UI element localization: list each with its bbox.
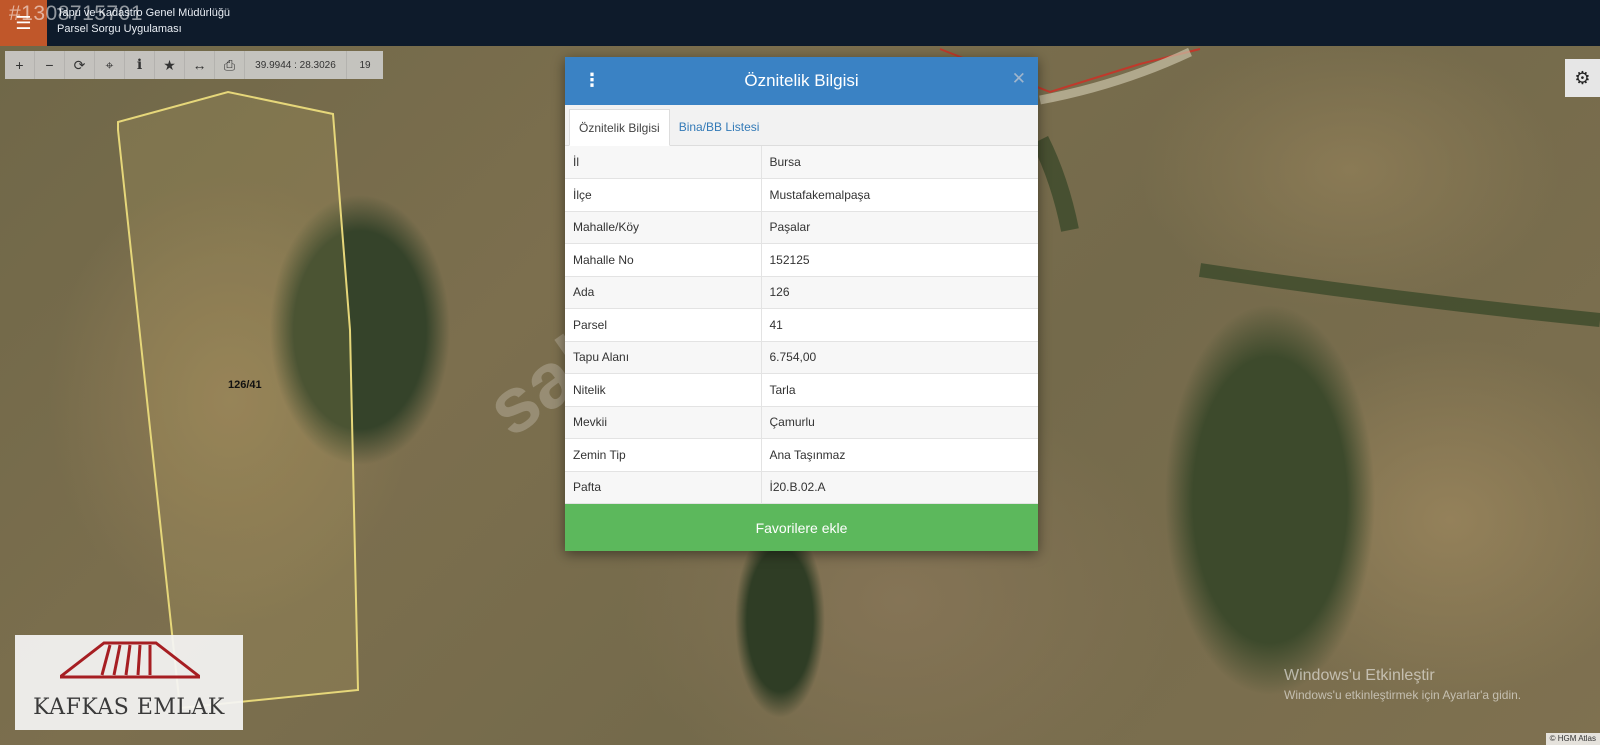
table-row: Mahalle/Köy Paşalar xyxy=(565,211,1038,244)
table-row: Ada 126 xyxy=(565,276,1038,309)
table-row: Mahalle No 152125 xyxy=(565,243,1038,277)
locate-icon: ⌖ xyxy=(105,56,114,73)
gear-icon: ⚙ xyxy=(1574,67,1591,88)
table-row: İlçe Mustafakemalpaşa xyxy=(565,178,1038,212)
info-icon: i xyxy=(136,57,143,73)
map-attribution: © HGM Atlas xyxy=(1545,733,1600,745)
table-row: Mevkii Çamurlu xyxy=(565,406,1038,439)
attribute-key: Mahalle No xyxy=(565,243,762,277)
logo-text: KAFKAS EMLAK xyxy=(33,695,225,720)
listing-number-overlay: #1308715701 xyxy=(9,2,143,25)
windows-activation-title: Windows'u Etkinleştir xyxy=(1284,667,1435,684)
locate-button[interactable]: ⌖ xyxy=(95,51,125,79)
add-to-favorites-button[interactable]: Favorilere ekle xyxy=(565,504,1038,551)
refresh-button[interactable]: ⟳ xyxy=(65,51,95,79)
attribute-key: Nitelik xyxy=(565,373,762,407)
table-row: Nitelik Tarla xyxy=(565,373,1038,407)
print-icon: ⎙ xyxy=(223,56,236,73)
table-row: Zemin Tip Ana Taşınmaz xyxy=(565,438,1038,472)
attribute-key: Mevkii xyxy=(565,406,762,439)
tree-line xyxy=(1198,263,1600,327)
coordinate-readout: 39.9944 : 28.3026 xyxy=(245,51,347,79)
attribute-value: Bursa xyxy=(761,146,1038,179)
tab-building-list[interactable]: Bina/BB Listesi xyxy=(670,108,769,145)
attribute-value: İ20.B.02.A xyxy=(761,471,1038,504)
parcel-label: 126/41 xyxy=(228,379,262,391)
attribute-value: 126 xyxy=(761,276,1038,309)
attribute-value: Ana Taşınmaz xyxy=(761,438,1038,472)
info-button[interactable]: i xyxy=(125,51,155,79)
attribute-info-modal: ⋮ Öznitelik Bilgisi ✕ Öznitelik Bilgisi … xyxy=(565,57,1038,551)
modal-tabs: Öznitelik Bilgisi Bina/BB Listesi xyxy=(565,105,1038,146)
attribute-value: 152125 xyxy=(761,243,1038,277)
attribute-key: Zemin Tip xyxy=(565,438,762,472)
table-row: Pafta İ20.B.02.A xyxy=(565,471,1038,504)
modal-header: ⋮ Öznitelik Bilgisi ✕ xyxy=(565,57,1038,105)
table-row: Parsel 41 xyxy=(565,308,1038,342)
tree-line-2 xyxy=(1031,135,1079,232)
windows-activation-description: Windows'u etkinleştirmek için Ayarlar'a … xyxy=(1284,688,1522,702)
kebab-menu-icon[interactable]: ⋮ xyxy=(583,71,601,89)
modal-title: Öznitelik Bilgisi xyxy=(744,71,859,90)
attribute-value: Çamurlu xyxy=(761,406,1038,439)
attribute-key: Mahalle/Köy xyxy=(565,211,762,244)
star-icon: ★ xyxy=(163,56,176,73)
table-row: Tapu Alanı 6.754,00 xyxy=(565,341,1038,374)
zoom-in-icon: + xyxy=(15,57,24,73)
top-bar: ☰ Tapu ve Kadastro Genel Müdürlüğü Parse… xyxy=(0,0,1600,46)
attribute-key: Ada xyxy=(565,276,762,309)
house-roof-icon xyxy=(60,641,200,679)
kafkas-emlak-logo: KAFKAS EMLAK xyxy=(15,635,243,730)
attribute-key: İl xyxy=(565,146,762,179)
print-button[interactable]: ⎙ xyxy=(215,51,245,79)
zoom-out-icon: − xyxy=(45,57,54,73)
favorite-button[interactable]: ★ xyxy=(155,51,185,79)
zoom-level-readout: 19 xyxy=(359,59,371,71)
measure-button[interactable]: ↔ xyxy=(185,51,215,79)
map-toolbar: + − ⟳ ⌖ i ★ ↔ ⎙ 39.9944 : 28.3026 19 xyxy=(5,51,383,79)
attribute-key: Parsel xyxy=(565,308,762,342)
measure-icon: ↔ xyxy=(192,57,207,73)
attribute-key: Pafta xyxy=(565,471,762,504)
zoom-out-button[interactable]: − xyxy=(35,51,65,79)
attribute-value: Tarla xyxy=(761,373,1038,407)
attribute-key: İlçe xyxy=(565,178,762,212)
table-row: İl Bursa xyxy=(565,146,1038,179)
windows-activation-notice: Windows'u Etkinleştir Windows'u etkinleş… xyxy=(1284,667,1521,702)
tab-attribute-info[interactable]: Öznitelik Bilgisi xyxy=(569,109,670,146)
attribute-value: Paşalar xyxy=(761,211,1038,244)
parcel-outline xyxy=(117,90,360,710)
attribute-table: İl Bursa İlçe Mustafakemalpaşa Mahalle/Köy Pa… xyxy=(565,146,1038,504)
refresh-icon: ⟳ xyxy=(73,56,86,73)
zoom-in-button[interactable]: + xyxy=(5,51,35,79)
attribute-value: Mustafakemalpaşa xyxy=(761,178,1038,212)
settings-button[interactable]: ⚙ xyxy=(1565,59,1600,97)
close-icon[interactable]: ✕ xyxy=(1012,69,1026,89)
attribute-value: 41 xyxy=(761,308,1038,342)
road-line xyxy=(1039,47,1192,105)
attribute-key: Tapu Alanı xyxy=(565,341,762,374)
attribute-value: 6.754,00 xyxy=(761,341,1038,374)
